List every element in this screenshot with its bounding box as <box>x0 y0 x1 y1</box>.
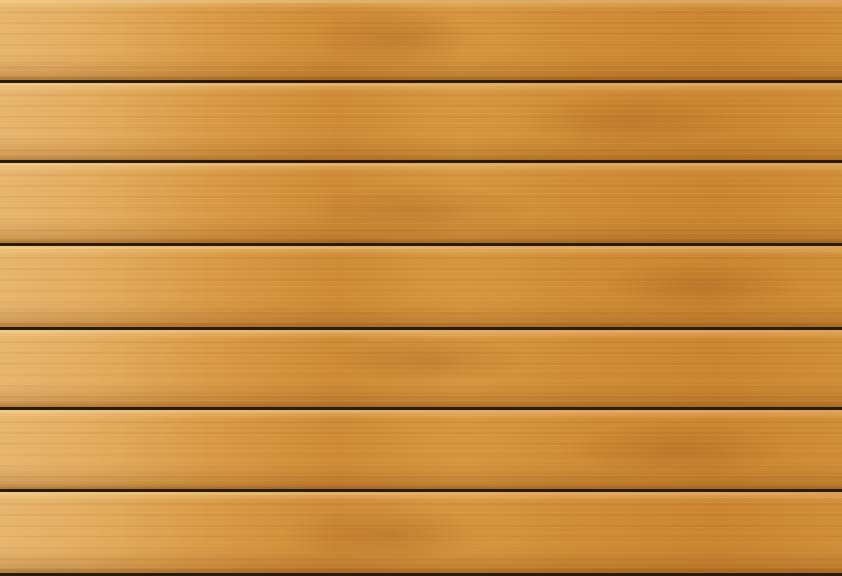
wood-plank-7 <box>0 492 842 573</box>
wood-plank-5 <box>0 330 842 407</box>
wood-grain-knot <box>330 335 530 385</box>
wood-grain-knot <box>300 183 540 238</box>
wood-plank-wall <box>0 0 842 576</box>
wood-grain-knot <box>600 261 800 311</box>
wood-grain-knot <box>310 8 490 68</box>
wood-plank-3 <box>0 163 842 243</box>
wood-grain-knot <box>560 422 790 477</box>
wood-plank-6 <box>0 410 842 489</box>
wood-grain-knot <box>520 93 740 148</box>
wood-plank-4 <box>0 246 842 327</box>
wood-plank-2 <box>0 83 842 161</box>
wood-plank-1 <box>0 0 842 80</box>
wood-grain-knot <box>280 507 500 562</box>
